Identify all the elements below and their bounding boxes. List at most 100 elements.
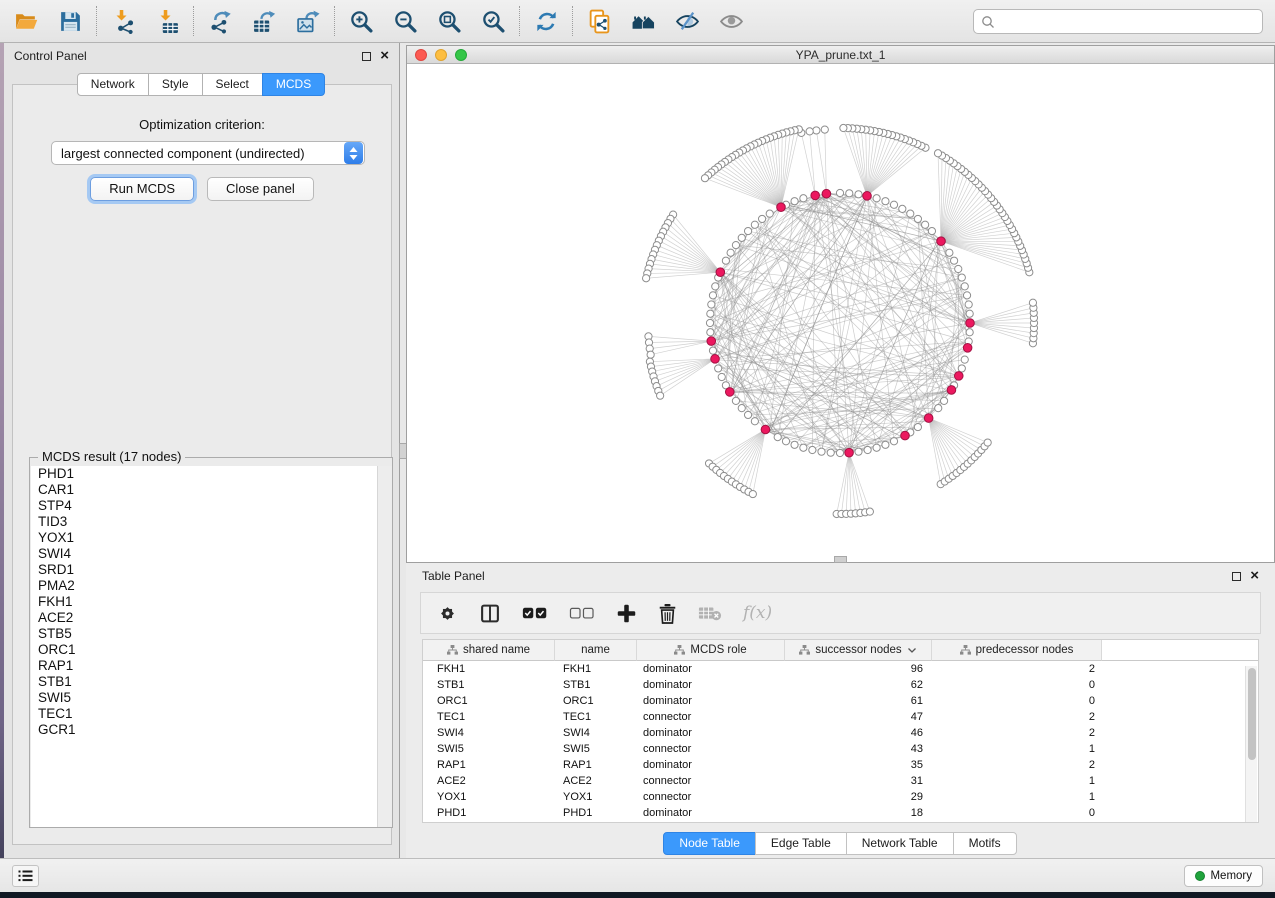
table-cell[interactable]: 0 [932,805,1102,821]
table-cell[interactable]: connector [637,741,785,757]
export-image-button[interactable] [294,7,322,35]
table-cell[interactable]: 2 [932,757,1102,773]
table-cell[interactable]: RAP1 [423,757,555,773]
optimization-select[interactable]: largest connected component (undirected) [51,141,365,165]
table-cell[interactable]: SWI4 [423,725,555,741]
close-panel-icon[interactable]: × [380,51,389,61]
search-input[interactable] [973,9,1263,34]
zoom-fit-button[interactable] [435,7,463,35]
minimize-window-icon[interactable] [435,49,447,61]
table-cell[interactable]: RAP1 [555,757,637,773]
mcds-node-item[interactable]: CAR1 [31,482,392,498]
zoom-out-button[interactable] [391,7,419,35]
mcds-node-item[interactable]: TID3 [31,514,392,530]
table-cell[interactable]: STB1 [555,677,637,693]
table-cell[interactable]: connector [637,773,785,789]
table-cell[interactable]: SWI4 [555,725,637,741]
tab-motifs[interactable]: Motifs [953,832,1017,855]
table-row[interactable]: TEC1TEC1connector472 [423,709,1258,725]
table-cell[interactable]: ORC1 [423,693,555,709]
column-header-mcds-role[interactable]: MCDS role [637,640,785,661]
float-table-panel-icon[interactable] [1232,572,1241,581]
export-network-button[interactable] [206,7,234,35]
mcds-list-scrollbar[interactable] [377,466,392,827]
maximize-window-icon[interactable] [455,49,467,61]
table-cell[interactable]: 18 [785,805,932,821]
close-window-icon[interactable] [415,49,427,61]
column-header-predecessor-nodes[interactable]: predecessor nodes [932,640,1102,661]
import-table-button[interactable] [153,7,181,35]
mcds-node-item[interactable]: PMA2 [31,578,392,594]
table-cell[interactable]: dominator [637,677,785,693]
table-cell[interactable]: YOX1 [555,789,637,805]
table-row[interactable]: SWI5SWI5connector431 [423,741,1258,757]
table-cell[interactable]: 0 [932,677,1102,693]
show-hidden-button[interactable] [717,7,745,35]
zoom-in-button[interactable] [347,7,375,35]
table-cell[interactable]: connector [637,709,785,725]
settings-gear-icon[interactable] [437,603,458,624]
mcds-node-item[interactable]: ORC1 [31,642,392,658]
hide-selected-button[interactable] [673,7,701,35]
table-cell[interactable]: 2 [932,661,1102,677]
zoom-selected-button[interactable] [479,7,507,35]
memory-button[interactable]: Memory [1184,865,1263,887]
table-row[interactable]: YOX1YOX1connector291 [423,789,1258,805]
refresh-button[interactable] [532,7,560,35]
table-cell[interactable]: SWI5 [555,741,637,757]
table-scrollbar-thumb[interactable] [1248,668,1256,760]
table-cell[interactable]: 35 [785,757,932,773]
network-window-titlebar[interactable]: YPA_prune.txt_1 [407,46,1274,64]
tab-style[interactable]: Style [148,73,203,96]
close-table-panel-icon[interactable]: × [1250,571,1259,581]
table-row[interactable]: SWI4SWI4dominator462 [423,725,1258,741]
mcds-node-item[interactable]: FKH1 [31,594,392,610]
mcds-node-item[interactable]: SWI5 [31,690,392,706]
table-cell[interactable]: STB1 [423,677,555,693]
table-cell[interactable]: 61 [785,693,932,709]
close-panel-button[interactable]: Close panel [207,177,314,201]
table-cell[interactable]: dominator [637,661,785,677]
tab-select[interactable]: Select [202,73,263,96]
import-network-button[interactable] [109,7,137,35]
mcds-node-item[interactable]: TEC1 [31,706,392,722]
table-cell[interactable]: 46 [785,725,932,741]
tab-edge-table[interactable]: Edge Table [755,832,847,855]
table-cell[interactable]: TEC1 [555,709,637,725]
horizontal-splitter-grip[interactable] [834,556,847,563]
tab-node-table[interactable]: Node Table [663,832,756,855]
table-cell[interactable]: 0 [932,693,1102,709]
mcds-node-item[interactable]: STB1 [31,674,392,690]
mcds-node-item[interactable]: STP4 [31,498,392,514]
table-cell[interactable]: 43 [785,741,932,757]
mcds-node-item[interactable]: ACE2 [31,610,392,626]
function-builder-button[interactable]: f(x) [743,603,772,623]
table-cell[interactable]: 1 [932,741,1102,757]
table-cell[interactable]: dominator [637,757,785,773]
table-scrollbar[interactable] [1245,666,1257,823]
network-canvas-svg[interactable] [407,64,1274,562]
table-cell[interactable]: ORC1 [555,693,637,709]
table-cell[interactable]: PHD1 [555,805,637,821]
table-row[interactable]: ORC1ORC1dominator610 [423,693,1258,709]
table-row[interactable]: ACE2ACE2connector311 [423,773,1258,789]
table-cell[interactable]: dominator [637,725,785,741]
deselect-all-checkboxes-icon[interactable] [569,606,595,620]
new-network-from-selection-button[interactable] [585,7,613,35]
table-cell[interactable]: dominator [637,693,785,709]
tab-network-table[interactable]: Network Table [846,832,954,855]
table-cell[interactable]: SWI5 [423,741,555,757]
table-cell[interactable]: 1 [932,773,1102,789]
table-cell[interactable]: dominator [637,805,785,821]
table-cell[interactable]: ACE2 [423,773,555,789]
table-cell[interactable]: YOX1 [423,789,555,805]
split-view-icon[interactable] [479,603,501,624]
column-header-successor-nodes[interactable]: successor nodes [785,640,932,661]
task-history-button[interactable] [12,865,39,887]
table-cell[interactable]: 47 [785,709,932,725]
table-cell[interactable]: 2 [932,709,1102,725]
table-cell[interactable]: 96 [785,661,932,677]
open-session-button[interactable] [12,7,40,35]
table-cell[interactable]: FKH1 [555,661,637,677]
mcds-node-item[interactable]: STB5 [31,626,392,642]
